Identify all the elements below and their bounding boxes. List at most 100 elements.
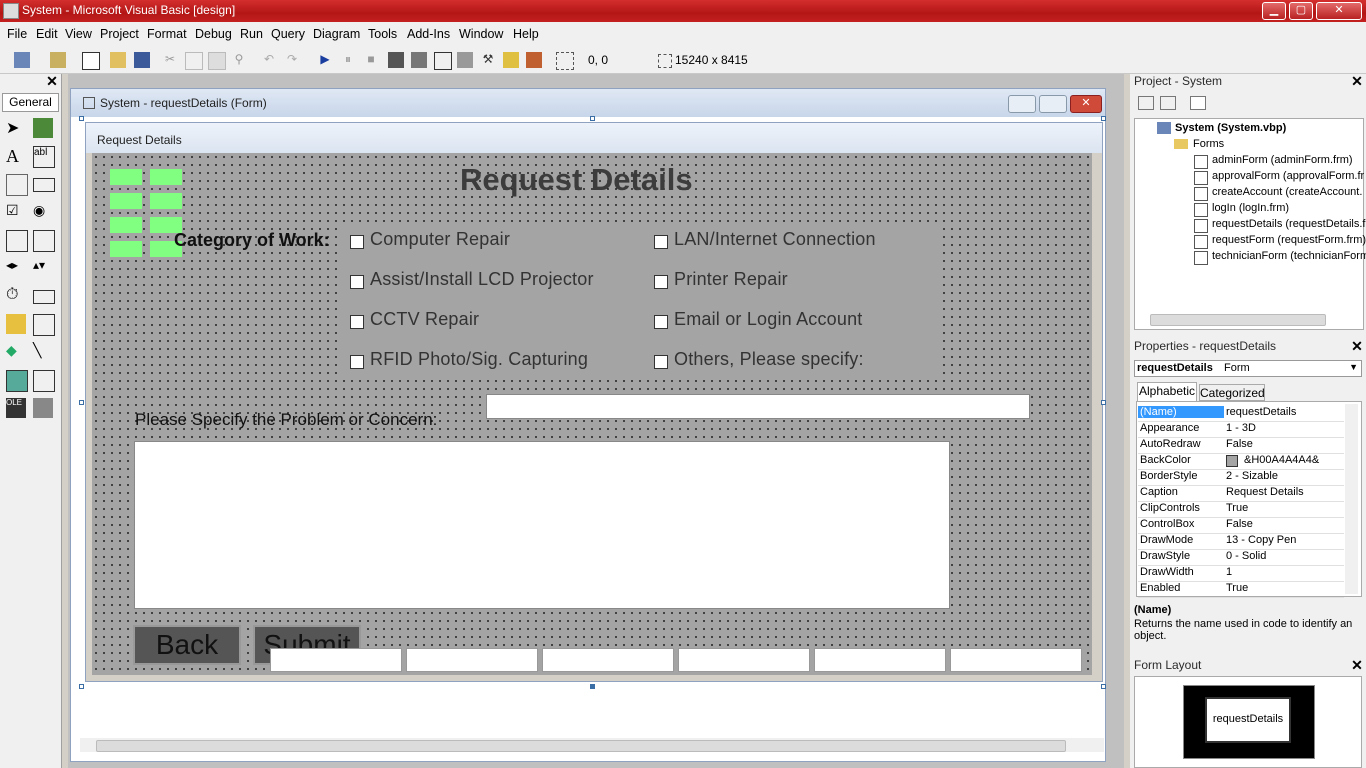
others-specify-input[interactable] xyxy=(486,394,1030,419)
hscroll-thumb[interactable] xyxy=(96,740,1066,752)
shape-tool-icon[interactable]: ◆ xyxy=(6,342,26,362)
property-row[interactable]: ControlBox False xyxy=(1138,517,1344,534)
custom-control-icon[interactable] xyxy=(33,398,53,418)
computer-repair-checkbox[interactable] xyxy=(350,235,364,249)
properties-window-icon[interactable] xyxy=(411,52,427,68)
property-row[interactable]: (Name) requestDetails xyxy=(1138,405,1344,422)
project-root[interactable]: System (System.vbp) xyxy=(1175,122,1286,134)
button-tool-icon[interactable] xyxy=(33,178,55,192)
project-close-icon[interactable]: ✕ xyxy=(1350,74,1364,89)
start-icon[interactable]: ▶ xyxy=(317,52,333,68)
project-form-item[interactable]: requestForm (requestForm.frm) xyxy=(1212,234,1366,246)
problem-textarea[interactable] xyxy=(134,441,950,609)
line-tool-icon[interactable]: ╲ xyxy=(33,342,53,362)
resize-handle[interactable] xyxy=(79,684,84,689)
ole-tool-icon[interactable]: OLE xyxy=(6,398,26,418)
property-vscrollbar[interactable] xyxy=(1345,404,1358,594)
property-value[interactable]: &H00A4A4A4& xyxy=(1244,454,1319,466)
layout-form-preview[interactable]: requestDetails xyxy=(1205,697,1291,743)
menu-debug[interactable]: Debug xyxy=(195,27,232,41)
others-checkbox[interactable] xyxy=(654,355,668,369)
property-value[interactable]: False xyxy=(1226,518,1253,530)
project-form-item[interactable]: adminForm (adminForm.frm) xyxy=(1212,154,1353,166)
image-tool-icon[interactable] xyxy=(6,370,28,392)
dirlist-tool-icon[interactable] xyxy=(6,314,26,334)
form-maximize-button[interactable] xyxy=(1039,95,1067,113)
layout-close-icon[interactable]: ✕ xyxy=(1350,658,1364,673)
close-button[interactable]: ✕ xyxy=(1316,2,1362,20)
view-object-icon[interactable] xyxy=(1160,96,1176,110)
lan-internet-checkbox[interactable] xyxy=(654,235,668,249)
pointer-tool-icon[interactable]: ➤ xyxy=(6,118,26,138)
email-login-checkbox[interactable] xyxy=(654,315,668,329)
designer-hscrollbar[interactable] xyxy=(80,738,1104,752)
save-project-icon[interactable] xyxy=(134,52,150,68)
add-form-icon[interactable] xyxy=(50,52,66,68)
menu-project[interactable]: Project xyxy=(100,27,139,41)
resize-handle[interactable] xyxy=(79,400,84,405)
resize-handle[interactable] xyxy=(79,116,84,121)
menu-edit[interactable]: Edit xyxy=(36,27,58,41)
project-form-item[interactable]: createAccount (createAccount. xyxy=(1212,186,1362,198)
resize-handle[interactable] xyxy=(1101,400,1106,405)
menu-file[interactable]: File xyxy=(7,27,27,41)
property-row[interactable]: DrawWidth 1 xyxy=(1138,565,1344,582)
picturebox-tool-icon[interactable] xyxy=(33,118,53,138)
property-value[interactable]: 13 - Copy Pen xyxy=(1226,534,1296,546)
property-value[interactable]: requestDetails xyxy=(1226,406,1296,418)
toolbox-icon[interactable]: ⚒ xyxy=(480,52,496,68)
menu-editor-icon[interactable] xyxy=(82,52,100,70)
rfid-capturing-checkbox[interactable] xyxy=(350,355,364,369)
lcd-projector-checkbox[interactable] xyxy=(350,275,364,289)
redo-icon[interactable]: ↷ xyxy=(284,52,300,68)
paste-icon[interactable] xyxy=(208,52,226,70)
property-value[interactable]: 2 - Sizable xyxy=(1226,470,1278,482)
project-form-item[interactable]: approvalForm (approvalForm.fr xyxy=(1212,170,1364,182)
timer-tool-icon[interactable]: ⏱ xyxy=(6,286,26,306)
property-row[interactable]: DrawMode 13 - Copy Pen xyxy=(1138,533,1344,550)
menu-format[interactable]: Format xyxy=(147,27,187,41)
textbox-tool-icon[interactable]: abl xyxy=(33,146,55,168)
object-selector[interactable]: requestDetails Form ▼ xyxy=(1134,360,1362,377)
property-value[interactable]: False xyxy=(1226,438,1253,450)
property-row[interactable]: Caption Request Details xyxy=(1138,485,1344,502)
data-tool-icon[interactable] xyxy=(33,370,55,392)
property-value[interactable]: Request Details xyxy=(1226,486,1304,498)
form-minimize-button[interactable] xyxy=(1008,95,1036,113)
property-row[interactable]: Appearance 1 - 3D xyxy=(1138,421,1344,438)
printer-repair-checkbox[interactable] xyxy=(654,275,668,289)
add-project-icon[interactable] xyxy=(14,52,30,68)
object-browser-icon[interactable] xyxy=(457,52,473,68)
property-row[interactable]: ClipControls True xyxy=(1138,501,1344,518)
menu-tools[interactable]: Tools xyxy=(368,27,397,41)
data-view-icon[interactable] xyxy=(503,52,519,68)
property-row[interactable]: AutoRedraw False xyxy=(1138,437,1344,454)
checkbox-tool-icon[interactable]: ☑ xyxy=(6,202,26,222)
menu-add-ins[interactable]: Add-Ins xyxy=(407,27,450,41)
back-button[interactable]: Back xyxy=(133,625,241,665)
tab-categorized[interactable]: Categorized xyxy=(1199,384,1265,401)
undo-icon[interactable]: ↶ xyxy=(261,52,277,68)
drivelist-tool-icon[interactable] xyxy=(33,290,55,304)
option-tool-icon[interactable]: ◉ xyxy=(33,202,53,222)
menu-query[interactable]: Query xyxy=(271,27,305,41)
forms-folder[interactable]: Forms xyxy=(1193,138,1224,150)
property-value[interactable]: True xyxy=(1226,582,1248,594)
project-form-item[interactable]: technicianForm (technicianForm xyxy=(1212,250,1366,262)
resize-handle[interactable] xyxy=(590,116,595,121)
cut-icon[interactable]: ✂ xyxy=(162,52,178,68)
menu-view[interactable]: View xyxy=(65,27,92,41)
property-value[interactable]: True xyxy=(1226,502,1248,514)
listbox-tool-icon[interactable] xyxy=(33,230,55,252)
toolbox-tab-general[interactable]: General xyxy=(2,93,59,112)
find-icon[interactable]: ⚲ xyxy=(231,52,247,68)
project-explorer-icon[interactable] xyxy=(388,52,404,68)
open-project-icon[interactable] xyxy=(110,52,126,68)
form-close-button[interactable]: ✕ xyxy=(1070,95,1102,113)
menu-run[interactable]: Run xyxy=(240,27,263,41)
minimize-button[interactable]: ▁ xyxy=(1262,2,1286,20)
property-value[interactable]: 1 - 3D xyxy=(1226,422,1256,434)
project-hscroll-thumb[interactable] xyxy=(1150,314,1326,326)
toggle-folders-icon[interactable] xyxy=(1190,96,1206,110)
project-form-item[interactable]: requestDetails (requestDetails.f xyxy=(1212,218,1365,230)
